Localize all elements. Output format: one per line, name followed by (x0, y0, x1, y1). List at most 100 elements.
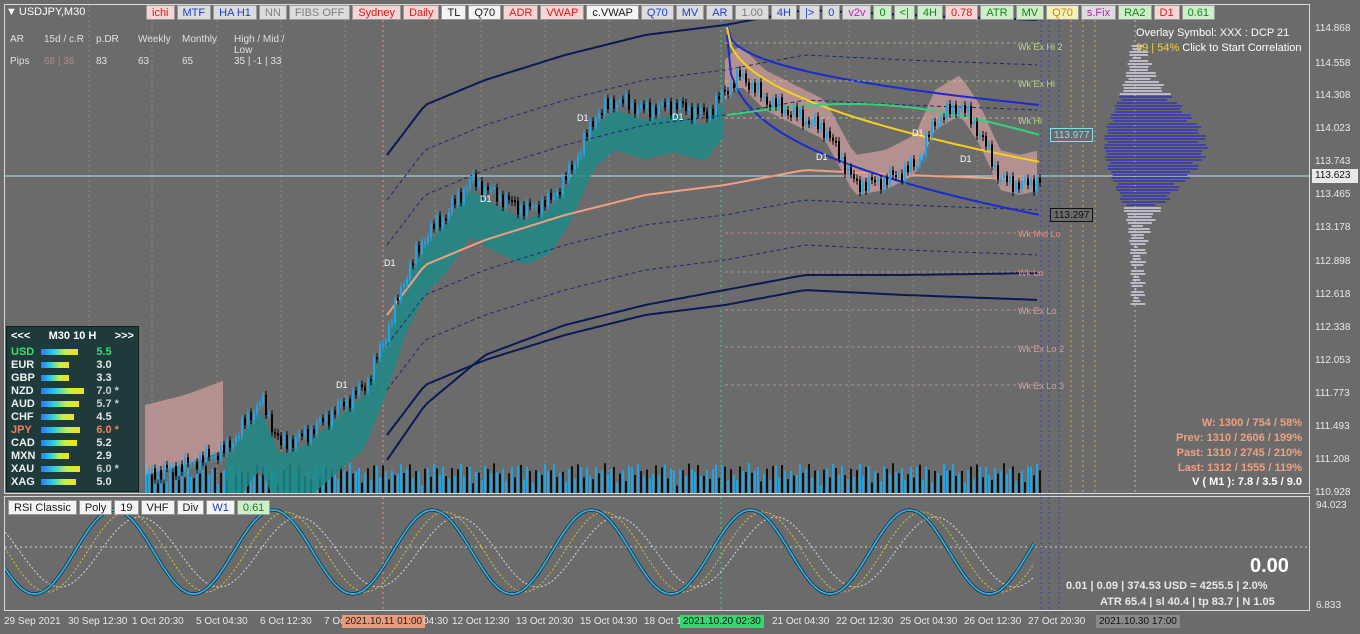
oscillator-setting-button[interactable]: RSI Classic (8, 500, 77, 515)
oscillator-setting-button[interactable]: 0.61 (236, 500, 271, 515)
indicator-toggle-button[interactable]: 4H (916, 5, 943, 20)
volume-profile-bar (1131, 264, 1144, 266)
indicator-toggle-button[interactable]: Sydney (352, 5, 402, 20)
currency-row[interactable]: JPY 6.0 * (11, 423, 134, 436)
correlation-link[interactable]: 99 | 54% Click to Start Correlation (1136, 42, 1302, 54)
indicator-toggle-button[interactable]: 4H (770, 5, 797, 20)
indicator-toggle-button[interactable]: AR (706, 5, 734, 20)
volume-bar (517, 466, 519, 493)
indicator-toggle-button[interactable]: ADR (503, 5, 539, 20)
currency-row[interactable]: CAD 5.2 (11, 436, 134, 449)
currency-code: AUD (11, 397, 35, 410)
candle-body (772, 98, 774, 108)
volume-bar (820, 485, 822, 493)
indicator-toggle-button[interactable]: TL (441, 5, 467, 20)
volume-bar (976, 464, 978, 493)
main-price-chart[interactable] (4, 4, 1310, 494)
price-axis-label: 111.208 (1315, 454, 1350, 465)
indicator-toggle-button[interactable]: 0 (822, 5, 841, 20)
currency-row[interactable]: CHF 4.5 (11, 410, 134, 423)
indicator-toggle-button[interactable]: 0.61 (1181, 5, 1215, 20)
indicator-toggle-button[interactable]: c.VWAP (586, 5, 639, 20)
volume-bar (616, 482, 618, 493)
indicator-toggle-button[interactable]: MV (1015, 5, 1045, 20)
volume-bar (577, 464, 579, 493)
volume-bar (826, 468, 828, 493)
currency-row[interactable]: GBP 3.3 (11, 371, 134, 384)
volume-profile-bar (1129, 240, 1149, 242)
candle-body (871, 177, 873, 181)
volume-bar (460, 463, 462, 493)
candle-body (718, 95, 720, 100)
prev-page-button[interactable]: <<< (11, 329, 30, 343)
indicator-toggle-button[interactable]: ATR (980, 5, 1014, 20)
volume-bar (997, 473, 999, 493)
chart-title: ▼ USDJPY,M30 (6, 6, 85, 18)
candle-body (745, 73, 747, 83)
currency-row[interactable]: XAG 5.0 (11, 475, 134, 488)
currency-row[interactable]: AUD 5.7 * (11, 397, 134, 410)
indicator-toggle-button[interactable]: 0.78 (944, 5, 979, 20)
indicator-toggle-button[interactable]: RA2 (1118, 5, 1152, 20)
indicator-toggle-button[interactable]: v2v (842, 5, 872, 20)
currency-row[interactable]: NZD 7.0 * (11, 384, 134, 397)
volume-profile-bar (1131, 225, 1143, 227)
indicator-toggle-button[interactable]: Q70 (1046, 5, 1079, 20)
candle-body (586, 133, 588, 137)
volume-bar (658, 475, 660, 493)
indicator-toggle-button[interactable]: s.Fix (1080, 5, 1117, 20)
oscillator-setting-button[interactable]: 19 (114, 500, 139, 515)
candle-body (952, 104, 954, 114)
candle-body (1015, 182, 1017, 193)
candle-body (1018, 182, 1020, 190)
currency-row[interactable]: MXN 2.9 (11, 449, 134, 462)
currency-row[interactable]: EUR 3.0 (11, 358, 134, 371)
candle-body (454, 199, 456, 205)
indicator-toggle-button[interactable]: 0 (873, 5, 892, 20)
indicator-toggle-button[interactable]: MTF (176, 5, 212, 20)
oscillator-setting-button[interactable]: W1 (206, 500, 235, 515)
candle-body (766, 96, 768, 105)
indicator-toggle-button[interactable]: Q70 (640, 5, 674, 20)
indicator-toggle-button[interactable]: Daily (403, 5, 440, 20)
volume-bar (934, 470, 936, 493)
indicator-toggle-button[interactable]: HA H1 (213, 5, 257, 20)
currency-row[interactable]: XAU 6.0 * (11, 462, 134, 475)
indicator-toggle-button[interactable]: VWAP (540, 5, 585, 20)
volume-bar (337, 478, 339, 493)
oscillator-setting-button[interactable]: Div (176, 500, 205, 515)
volume-bar (745, 471, 747, 493)
currency-row[interactable]: USD 5.5 (11, 345, 134, 358)
indicator-toggle-button[interactable]: NN (258, 5, 287, 20)
indicator-toggle-button[interactable]: ichi (146, 5, 175, 20)
candle-body (322, 418, 324, 422)
volume-bar (355, 471, 357, 493)
candle-body (457, 191, 459, 205)
indicator-toggle-button[interactable]: FIBS OFF (288, 5, 351, 20)
candle-body (202, 455, 204, 463)
dropdown-arrow-icon[interactable]: ▼ (6, 6, 17, 18)
oscillator-setting-button[interactable]: VHF (140, 500, 175, 515)
candle-body (754, 82, 756, 93)
currency-code: USD (11, 345, 35, 358)
indicator-toggle-button[interactable]: Q70 (468, 5, 502, 20)
volume-profile-bar (1132, 279, 1141, 281)
oscillator-setting-button[interactable]: Poly (78, 500, 113, 515)
candle-body (658, 105, 660, 115)
oscillator-axis-bottom: 6.833 (1316, 600, 1342, 611)
volume-bar (964, 482, 966, 493)
stats-value: 35 | -1 | 33 (234, 56, 282, 67)
volume-bar (784, 470, 786, 493)
candle-body (397, 298, 399, 301)
next-page-button[interactable]: >>> (115, 329, 134, 343)
indicator-toggle-button[interactable]: MV (675, 5, 705, 20)
candle-body (955, 104, 957, 114)
volume-bar (193, 478, 195, 493)
indicator-toggle-button[interactable]: <| (893, 5, 915, 20)
indicator-toggle-button[interactable]: 1.00 (735, 5, 769, 20)
candle-body (616, 102, 618, 109)
candle-body (715, 95, 717, 115)
indicator-toggle-button[interactable]: |> (798, 5, 821, 20)
candle-body (508, 195, 510, 200)
indicator-toggle-button[interactable]: D1 (1153, 5, 1180, 20)
